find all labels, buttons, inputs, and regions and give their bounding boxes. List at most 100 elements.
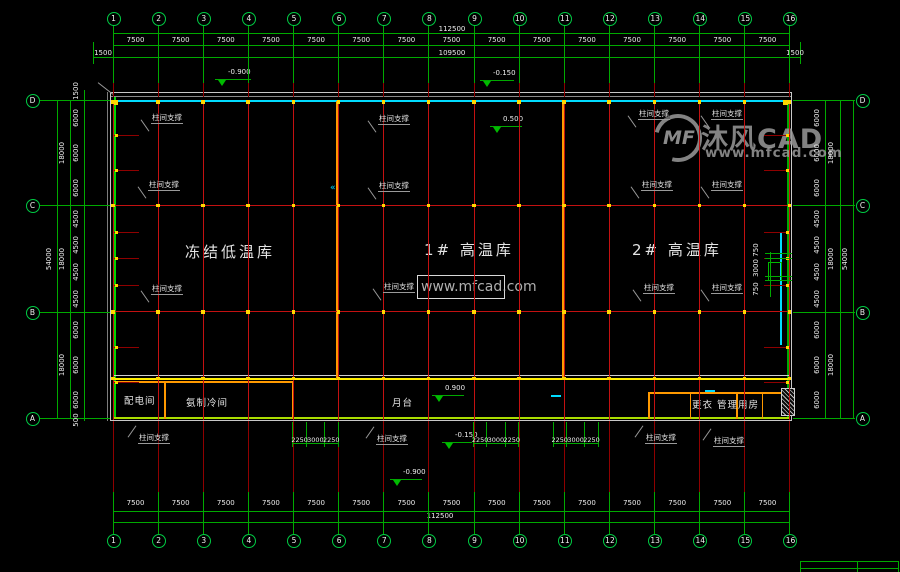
column-stub-top	[519, 83, 520, 97]
dim-bay-top: 7500	[339, 36, 383, 44]
bracing-label: 柱间支撑	[376, 434, 408, 445]
dim-bay-top: 7500	[610, 36, 654, 44]
column-node	[607, 377, 611, 381]
axis-bubble-top: 11	[558, 12, 572, 26]
dim-bay-bottom: 7500	[520, 499, 564, 507]
bracing-leader	[635, 425, 644, 437]
column-line	[113, 101, 114, 420]
axis-bubble-top: 13	[648, 12, 662, 26]
wall-stub-node-right	[786, 169, 789, 172]
axis-bubble-bottom: 7	[377, 534, 391, 548]
elevation-value: -0.900	[403, 468, 426, 476]
axis-bubble-bottom: 2	[152, 534, 166, 548]
column-node	[246, 100, 250, 104]
column-stub-bottom	[654, 421, 655, 492]
column-node	[111, 310, 115, 314]
dim-rail-left-3	[84, 90, 85, 421]
grid-row-B	[113, 311, 790, 312]
column-node	[156, 310, 160, 314]
dim-bay-bottom: 7500	[700, 499, 744, 507]
column-node	[111, 100, 115, 104]
elevation-triangle-icon	[218, 80, 226, 86]
row-bubble-right: B	[856, 306, 870, 320]
dim-door-width: 2250	[502, 436, 522, 444]
dim-rail-left-2	[70, 100, 71, 418]
axis-bubble-top: 6	[332, 12, 346, 26]
bracing-label: 柱间支撑	[641, 180, 673, 191]
bracing-label: 柱间支撑	[643, 283, 675, 294]
column-node	[562, 100, 566, 104]
dim-vertical: 18000	[827, 141, 837, 165]
bracing-leader	[138, 186, 147, 198]
axis-bubble-top: 12	[603, 12, 617, 26]
dim-vertical: 1500	[72, 79, 82, 103]
axis-bubble-bottom: 9	[468, 534, 482, 548]
column-stub-top	[699, 83, 700, 97]
bracing-label: 柱间支撑	[711, 109, 743, 120]
dim-door-width: 2250	[582, 436, 602, 444]
column-node	[653, 204, 657, 208]
wall-stub-left	[114, 285, 139, 286]
bracing-label: 柱间支撑	[151, 113, 183, 124]
column-line	[338, 101, 339, 420]
row-bubble-left: C	[26, 199, 40, 213]
column-line	[293, 101, 294, 420]
column-node	[201, 204, 205, 208]
dim-vertical: 6000	[813, 318, 823, 342]
dim-bay-top: 7500	[204, 36, 248, 44]
room-label-freezer: 冻结低温库	[185, 241, 275, 262]
column-node	[246, 204, 250, 208]
axis-bubble-top: 15	[738, 12, 752, 26]
column-node	[607, 100, 611, 104]
axis-bubble-top: 5	[287, 12, 301, 26]
column-node	[743, 204, 747, 208]
column-line	[474, 101, 475, 420]
bracing-label: 柱间支撑	[138, 433, 170, 444]
column-line	[654, 101, 655, 420]
bracing-leader	[373, 288, 382, 300]
dim-door-width: 2250	[321, 436, 341, 444]
bracing-leader	[701, 289, 710, 301]
bracing-label: 柱间支撑	[645, 433, 677, 444]
grid-row-C	[113, 205, 790, 206]
wall-stub-node-left	[115, 231, 118, 234]
column-stub-top	[383, 83, 384, 97]
axis-bubble-bottom: 5	[287, 534, 301, 548]
axis-bubble-top: 1	[107, 12, 121, 26]
dim-vertical: 6000	[72, 106, 82, 130]
dim-bay-bottom: 7500	[429, 499, 473, 507]
wall-stub-node-left	[115, 346, 118, 349]
wall-stub-node-right	[786, 134, 789, 137]
bracing-leader	[368, 120, 377, 132]
door-dim-tick	[765, 253, 792, 254]
wall-stub-left	[114, 347, 139, 348]
column-node	[246, 310, 250, 314]
dim-bay-bottom: 7500	[339, 499, 383, 507]
column-node	[653, 100, 657, 104]
dim-bay-bottom: 7500	[384, 499, 428, 507]
dim-vertical: 18000	[827, 353, 837, 377]
column-stub-top	[338, 83, 339, 97]
bracing-label: 柱间支撑	[148, 180, 180, 191]
bracing-leader	[628, 115, 637, 127]
dim-vertical: 4500	[72, 207, 82, 231]
dim-vertical: 18000	[58, 353, 68, 377]
wall-left-inner	[107, 92, 108, 421]
column-line	[564, 101, 565, 420]
column-node	[201, 310, 205, 314]
wall-stub-node-right	[786, 231, 789, 234]
locker-wall-4	[762, 392, 763, 419]
wall-top-insulation	[117, 100, 785, 102]
dim-edge-top-left: 1500	[92, 49, 114, 57]
column-stub-top	[744, 83, 745, 97]
column-node	[472, 204, 476, 208]
room-label-ammonia: 氨制冷间	[186, 395, 228, 409]
dim-total-bottom: 112500	[418, 512, 462, 520]
row-line-left	[39, 312, 111, 313]
locker-wall-2	[690, 392, 691, 419]
column-node	[427, 100, 431, 104]
dim-total-top: 112500	[430, 25, 474, 33]
row-bubble-left: B	[26, 306, 40, 320]
column-node	[427, 377, 431, 381]
axis-bubble-bottom: 11	[558, 534, 572, 548]
